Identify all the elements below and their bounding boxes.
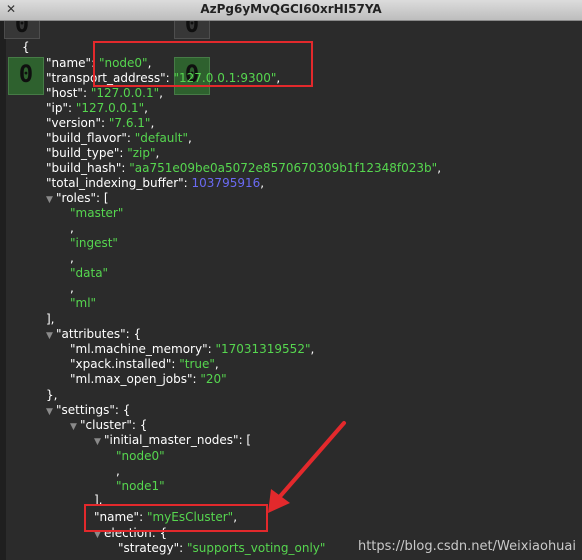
watermark: https://blog.csdn.net/Weixiaohuai — [357, 539, 576, 554]
window-title: AzPg6yMvQGCI60xrHI57YA — [200, 2, 382, 16]
window-titlebar: ✕ AzPg6yMvQGCI60xrHI57YA — [0, 0, 582, 21]
json-viewer[interactable]: 0 0 0 0 { "name": "node0", "transport_ad… — [0, 21, 582, 560]
red-arrow-icon — [268, 421, 346, 513]
